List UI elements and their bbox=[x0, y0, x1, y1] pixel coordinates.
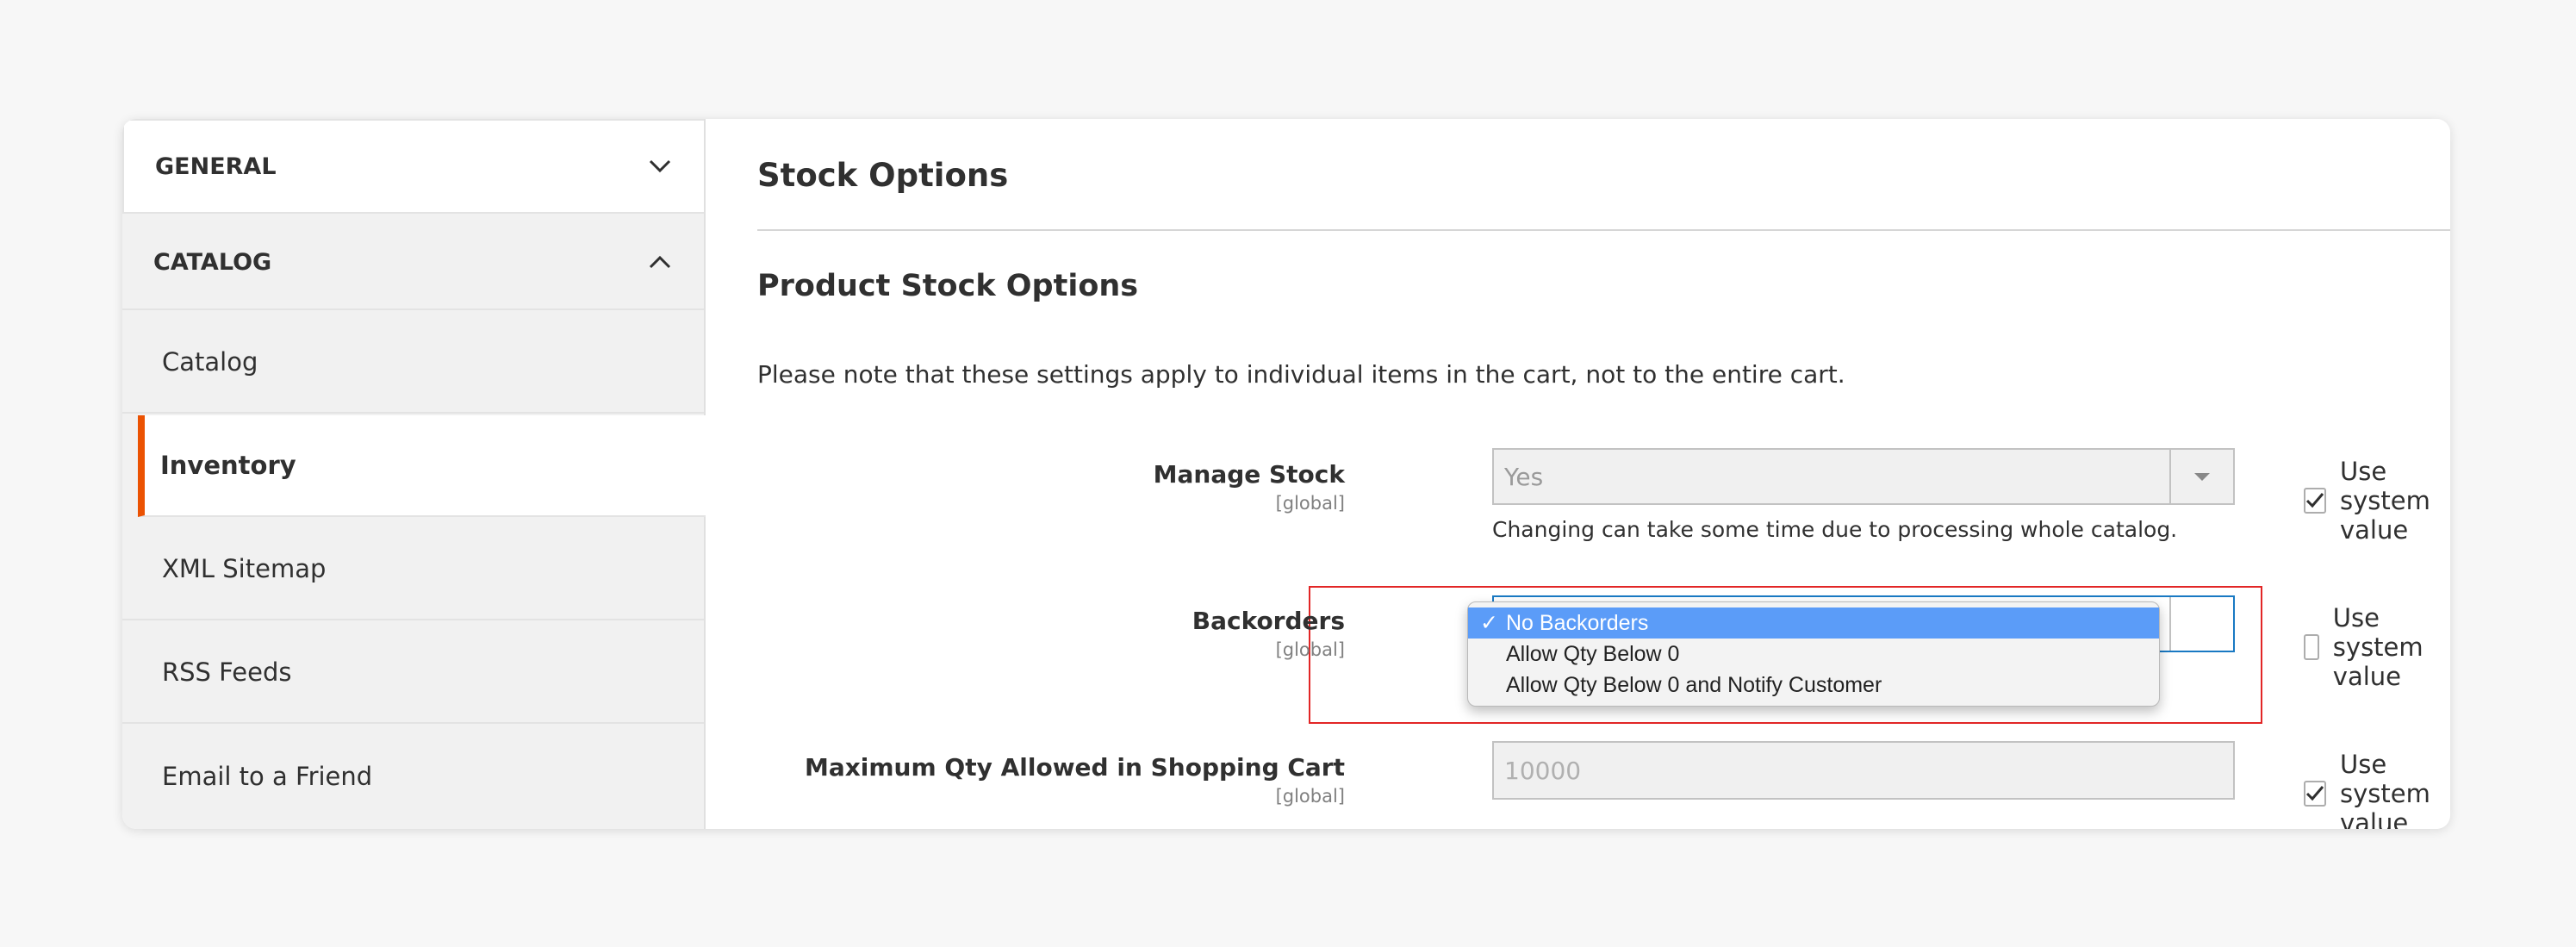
sidebar-section-general[interactable]: GENERAL bbox=[122, 119, 704, 214]
use-system-label: Use system value bbox=[2340, 457, 2430, 545]
sidebar-section-label: CATALOG bbox=[153, 248, 272, 276]
sidebar: GENERAL CATALOG Catalog Inventory XML Si… bbox=[122, 119, 721, 829]
page-title[interactable]: Stock Options bbox=[757, 157, 1008, 194]
max-qty-input[interactable]: 10000 bbox=[1492, 741, 2235, 800]
option-allow-qty-below-0[interactable]: Allow Qty Below 0 bbox=[1468, 639, 2159, 670]
dropdown-arrow-icon bbox=[2169, 597, 2233, 651]
option-no-backorders[interactable]: ✓ No Backorders bbox=[1468, 607, 2159, 639]
max-qty-label: Maximum Qty Allowed in Shopping Cart bbox=[804, 753, 1345, 782]
manage-stock-use-system[interactable]: Use system value bbox=[2304, 457, 2450, 545]
sidebar-item-xml-sitemap[interactable]: XML Sitemap bbox=[122, 519, 704, 620]
manage-stock-scope: [global] bbox=[1275, 493, 1345, 514]
sidebar-item-label: Email to a Friend bbox=[162, 762, 373, 791]
sidebar-item-catalog[interactable]: Catalog bbox=[122, 312, 704, 414]
manage-stock-label: Manage Stock bbox=[1153, 460, 1345, 489]
manage-stock-hint: Changing can take some time due to proce… bbox=[1492, 517, 2178, 542]
config-panel: GENERAL CATALOG Catalog Inventory XML Si… bbox=[122, 119, 2450, 829]
sidebar-item-label: Catalog bbox=[162, 347, 258, 377]
backorders-label: Backorders bbox=[1192, 607, 1345, 635]
sidebar-item-label: RSS Feeds bbox=[162, 657, 292, 687]
manage-stock-select[interactable]: Yes bbox=[1492, 448, 2235, 505]
chevron-down-icon bbox=[649, 155, 671, 178]
sidebar-item-inventory[interactable]: Inventory bbox=[138, 415, 721, 517]
checkbox-checked[interactable] bbox=[2304, 488, 2326, 514]
sidebar-item-rss-feeds[interactable]: RSS Feeds bbox=[122, 622, 704, 724]
input-value: 10000 bbox=[1504, 756, 1582, 785]
section-note: Please note that these settings apply to… bbox=[757, 360, 1845, 389]
checkmark-icon: ✓ bbox=[1480, 611, 1498, 635]
main-content: Stock Options Product Stock Options Plea… bbox=[706, 119, 2450, 829]
use-system-label: Use system value bbox=[2340, 750, 2430, 829]
use-system-label: Use system value bbox=[2332, 603, 2424, 691]
sidebar-section-label: GENERAL bbox=[155, 153, 277, 180]
backorders-use-system[interactable]: Use system value bbox=[2304, 603, 2450, 691]
max-qty-use-system[interactable]: Use system value bbox=[2304, 750, 2450, 829]
backorders-scope: [global] bbox=[1275, 639, 1345, 660]
dropdown-arrow-icon bbox=[2169, 450, 2233, 503]
backorders-dropdown-menu: ✓ No Backorders Allow Qty Below 0 Allow … bbox=[1467, 601, 2160, 707]
checkbox-checked[interactable] bbox=[2304, 781, 2326, 807]
max-qty-scope: [global] bbox=[1275, 786, 1345, 807]
select-value: Yes bbox=[1504, 462, 1544, 491]
option-allow-qty-below-0-notify[interactable]: Allow Qty Below 0 and Notify Customer bbox=[1468, 670, 2159, 701]
divider bbox=[757, 229, 2450, 231]
sidebar-section-catalog[interactable]: CATALOG bbox=[122, 215, 704, 310]
checkbox-unchecked[interactable] bbox=[2304, 634, 2319, 660]
section-title[interactable]: Product Stock Options bbox=[757, 269, 1138, 303]
sidebar-item-email-to-a-friend[interactable]: Email to a Friend bbox=[122, 726, 704, 827]
option-label: No Backorders bbox=[1506, 611, 1649, 635]
sidebar-item-label: XML Sitemap bbox=[162, 554, 327, 583]
option-label: Allow Qty Below 0 and Notify Customer bbox=[1506, 673, 1882, 697]
checkmark-icon bbox=[2305, 493, 2324, 508]
checkmark-icon bbox=[2305, 786, 2324, 801]
chevron-up-icon bbox=[649, 251, 671, 273]
option-label: Allow Qty Below 0 bbox=[1506, 642, 1680, 666]
sidebar-item-label: Inventory bbox=[160, 451, 296, 480]
